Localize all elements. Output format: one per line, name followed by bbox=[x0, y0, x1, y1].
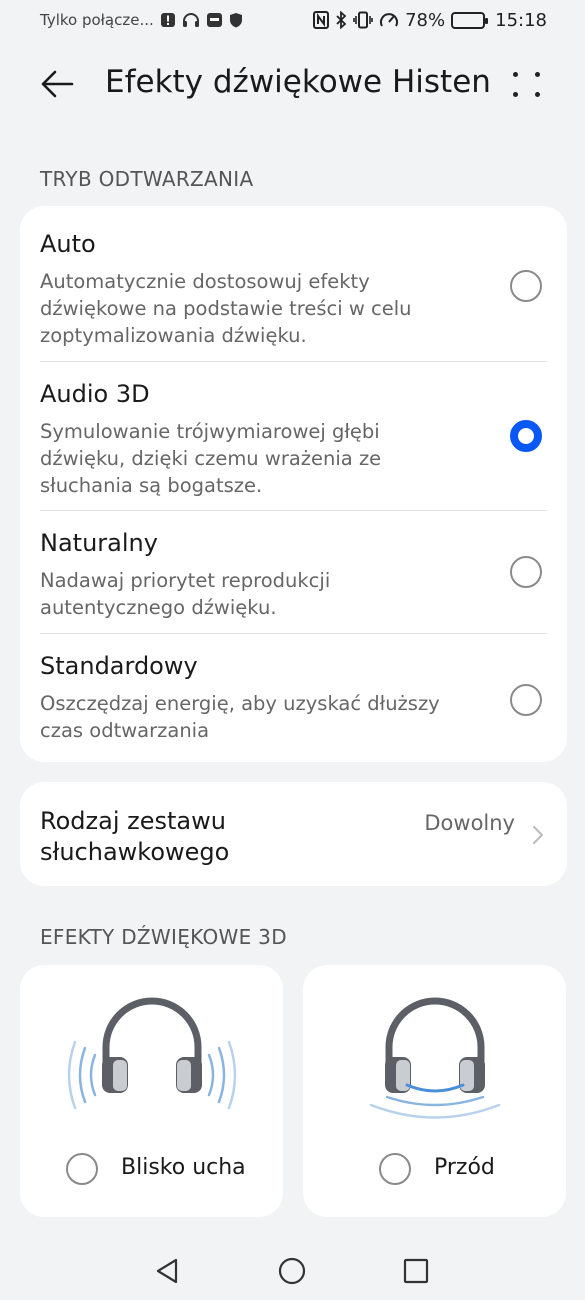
system-navigation-bar bbox=[0, 1240, 585, 1300]
alert-icon bbox=[160, 12, 176, 28]
status-right: 78% 15:18 bbox=[313, 10, 547, 31]
headphones-near-ear-illustration bbox=[67, 997, 237, 1110]
playback-mode-card: Auto Automatycznie dostosowuj efekty dźw… bbox=[20, 206, 567, 762]
mode-radio-naturalny[interactable] bbox=[510, 556, 542, 588]
effect-label-front: Przód bbox=[434, 1155, 495, 1180]
speedometer-icon bbox=[379, 11, 399, 29]
effect-option-front[interactable]: Przód bbox=[303, 965, 566, 1217]
mode-option-description: Symulowanie trójwymiarowej głębi dźwięku… bbox=[40, 420, 382, 497]
mode-option-title: Audio 3D bbox=[40, 380, 150, 408]
carrier-label: Tylko połącze... bbox=[40, 11, 154, 29]
mode-radio-auto[interactable] bbox=[510, 270, 542, 302]
shield-icon bbox=[229, 12, 243, 28]
arrow-left-icon bbox=[41, 70, 74, 98]
circle-home-icon bbox=[278, 1257, 306, 1285]
mode-option-title: Naturalny bbox=[40, 529, 158, 557]
effect-radio-near-ear[interactable] bbox=[66, 1153, 98, 1185]
battery-icon bbox=[451, 11, 489, 29]
headset-type-row[interactable]: Rodzaj zestawu słuchawkowego Dowolny bbox=[20, 782, 567, 886]
section-header-3d-effects: EFEKTY DŹWIĘKOWE 3D bbox=[40, 925, 287, 949]
mode-option-auto[interactable]: Auto Automatycznie dostosowuj efekty dźw… bbox=[20, 206, 567, 361]
nfc-icon bbox=[313, 11, 330, 29]
mode-option-standardowy[interactable]: Standardowy Oszczędzaj energię, aby uzys… bbox=[20, 634, 567, 762]
chevron-right-icon bbox=[532, 825, 544, 845]
square-recents-icon bbox=[403, 1258, 429, 1284]
mode-option-title: Auto bbox=[40, 230, 96, 258]
more-options-button[interactable] bbox=[508, 66, 544, 102]
dot-icon bbox=[512, 71, 518, 77]
nav-recents-button[interactable] bbox=[399, 1254, 433, 1288]
effect-radio-front[interactable] bbox=[379, 1153, 411, 1185]
sim-icon bbox=[206, 12, 223, 28]
triangle-back-icon bbox=[156, 1258, 178, 1284]
headset-type-label: Rodzaj zestawu słuchawkowego bbox=[40, 807, 230, 866]
mode-radio-audio-3d[interactable] bbox=[510, 420, 542, 452]
back-button[interactable] bbox=[38, 66, 76, 102]
clock: 15:18 bbox=[495, 9, 547, 31]
headphones-icon bbox=[182, 12, 200, 28]
bluetooth-icon bbox=[335, 11, 347, 29]
dot-icon bbox=[512, 91, 518, 97]
vibrate-icon bbox=[353, 11, 373, 29]
app-bar: Efekty dźwiękowe Histen bbox=[0, 52, 585, 116]
mode-option-audio-3d[interactable]: Audio 3D Symulowanie trójwymiarowej głęb… bbox=[20, 362, 567, 511]
mode-option-naturalny[interactable]: Naturalny Nadawaj priorytet reprodukcji … bbox=[20, 511, 567, 633]
dot-icon bbox=[534, 71, 540, 77]
mode-option-description: Oszczędzaj energię, aby uzyskać dłuższy … bbox=[40, 692, 440, 742]
section-header-playback-mode: TRYB ODTWARZANIA bbox=[40, 167, 254, 191]
headphones-front-illustration bbox=[369, 997, 501, 1119]
mode-option-description: Nadawaj priorytet reprodukcji autentyczn… bbox=[40, 569, 331, 619]
headset-type-value: Dowolny bbox=[424, 811, 515, 835]
status-bar: Tylko połącze... 78% 15:18 bbox=[0, 0, 585, 40]
effect-label-near-ear: Blisko ucha bbox=[121, 1155, 246, 1180]
dot-icon bbox=[534, 91, 540, 97]
mode-option-title: Standardowy bbox=[40, 652, 198, 680]
nav-home-button[interactable] bbox=[275, 1254, 309, 1288]
mode-option-description: Automatycznie dostosowuj efekty dźwiękow… bbox=[40, 270, 412, 347]
status-left: Tylko połącze... bbox=[40, 11, 243, 29]
battery-percent: 78% bbox=[405, 9, 446, 31]
effect-option-near-ear[interactable]: Blisko ucha bbox=[20, 965, 283, 1217]
mode-radio-standardowy[interactable] bbox=[510, 684, 542, 716]
page-title: Efekty dźwiękowe Histen bbox=[105, 64, 491, 100]
nav-back-button[interactable] bbox=[150, 1254, 184, 1288]
